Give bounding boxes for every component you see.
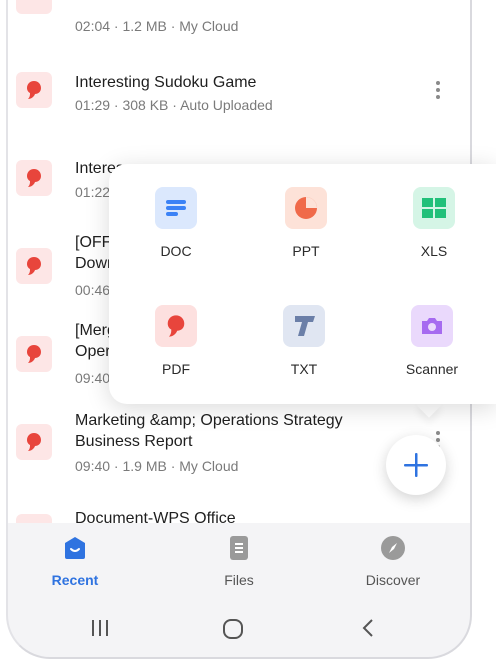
pdf-file-icon bbox=[16, 72, 52, 108]
compass-icon bbox=[381, 536, 405, 560]
list-item[interactable]: Interesting Sudoku Game 01:29 · 308 KB ·… bbox=[8, 60, 470, 130]
file-meta: 01:22 bbox=[75, 184, 111, 200]
ppt-icon bbox=[285, 187, 327, 229]
create-xls-button[interactable]: XLS bbox=[389, 187, 479, 259]
bottom-nav: Recent Files Discover bbox=[8, 523, 470, 599]
pdf-file-icon bbox=[16, 336, 52, 372]
list-item[interactable]: Document-WPS Office bbox=[8, 506, 470, 523]
doc-icon bbox=[155, 187, 197, 229]
create-new-button[interactable] bbox=[386, 435, 446, 495]
nav-files-label: Files bbox=[224, 572, 254, 588]
file-title-line2: Oper bbox=[75, 343, 111, 360]
back-icon[interactable] bbox=[360, 618, 376, 638]
nav-discover-label: Discover bbox=[365, 572, 421, 588]
more-options-icon[interactable] bbox=[436, 78, 444, 102]
create-xls-label: XLS bbox=[420, 243, 448, 259]
pdf-icon bbox=[155, 305, 197, 347]
nav-discover[interactable]: Discover bbox=[338, 535, 448, 588]
file-title-line1: Marketing &amp; Operations Strategy bbox=[75, 412, 343, 429]
create-txt-label: TXT bbox=[290, 361, 318, 377]
file-meta: 09:40 · 1.9 MB · My Cloud bbox=[75, 458, 239, 474]
create-txt-button[interactable]: TXT bbox=[259, 305, 349, 377]
file-meta: 02:04 · 1.2 MB · My Cloud bbox=[75, 18, 239, 34]
recent-apps-icon[interactable] bbox=[90, 618, 110, 638]
home-icon[interactable] bbox=[222, 618, 244, 640]
file-meta: 09:40 bbox=[75, 370, 111, 386]
xls-icon bbox=[413, 187, 455, 229]
create-ppt-button[interactable]: PPT bbox=[261, 187, 351, 259]
create-menu-popup: DOC PPT XLS PDF TXT Scanner bbox=[109, 164, 496, 404]
create-ppt-label: PPT bbox=[292, 243, 320, 259]
create-pdf-button[interactable]: PDF bbox=[131, 305, 221, 377]
list-item[interactable]: 02:04 · 1.2 MB · My Cloud bbox=[8, 0, 470, 50]
camera-icon bbox=[411, 305, 453, 347]
recent-icon bbox=[65, 537, 85, 559]
nav-recent[interactable]: Recent bbox=[20, 535, 130, 588]
system-nav-bar bbox=[8, 600, 470, 657]
create-pdf-label: PDF bbox=[162, 361, 190, 377]
plus-icon bbox=[404, 453, 428, 477]
file-title: Interesting Sudoku Game bbox=[75, 74, 257, 91]
file-meta: 01:29 · 308 KB · Auto Uploaded bbox=[75, 97, 273, 113]
pdf-file-icon bbox=[16, 160, 52, 196]
files-icon bbox=[230, 536, 248, 560]
pdf-file-icon bbox=[16, 248, 52, 284]
scanner-label: Scanner bbox=[405, 361, 459, 377]
txt-icon bbox=[283, 305, 325, 347]
pdf-file-icon bbox=[16, 514, 52, 523]
pdf-file-icon bbox=[16, 424, 52, 460]
pdf-file-icon bbox=[16, 0, 52, 14]
nav-files[interactable]: Files bbox=[184, 535, 294, 588]
nav-recent-label: Recent bbox=[51, 572, 99, 588]
file-title-line2: Business Report bbox=[75, 433, 193, 450]
file-meta: 00:46 bbox=[75, 282, 111, 298]
create-doc-label: DOC bbox=[160, 243, 192, 259]
file-title: Document-WPS Office bbox=[75, 510, 236, 523]
scanner-button[interactable]: Scanner bbox=[387, 305, 477, 377]
create-doc-button[interactable]: DOC bbox=[131, 187, 221, 259]
